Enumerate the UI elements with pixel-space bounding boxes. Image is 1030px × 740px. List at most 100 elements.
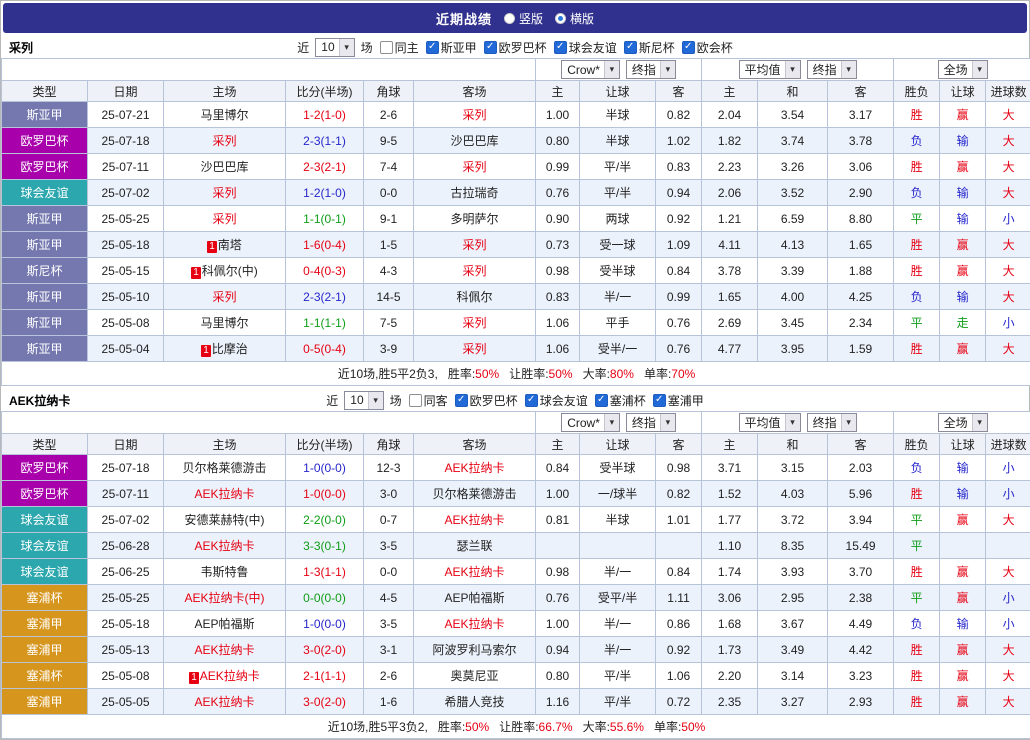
home-team-cell: 沙巴巴库 [164, 154, 286, 180]
result-handicap-cell: 输 [940, 284, 986, 310]
summary-stat-label: 单率: [644, 367, 671, 381]
same-venue-checkbox[interactable] [409, 394, 422, 407]
result-wdl-cell: 负 [894, 128, 940, 154]
avg-select[interactable]: 平均值▾ [739, 60, 801, 79]
away-team-cell: 采列 [414, 310, 536, 336]
league-filter[interactable]: ✓欧罗巴杯 [484, 39, 547, 56]
same-venue-filter[interactable]: 同主 [380, 39, 419, 56]
league-filter[interactable]: ✓欧罗巴杯 [455, 392, 518, 409]
summary-stat-label: 让胜率: [499, 720, 538, 734]
summary-stat-value: 50% [549, 367, 573, 381]
select-value: 全场 [944, 414, 972, 431]
date-cell: 25-05-18 [88, 232, 164, 258]
games-label: 场 [361, 39, 373, 56]
team-label: 采列 [463, 238, 487, 252]
odds-company-select[interactable]: Crow*▾ [561, 413, 620, 432]
home-team-cell: 贝尔格莱德游击 [164, 455, 286, 481]
avg-draw-cell: 3.95 [758, 336, 828, 362]
recent-count-select[interactable]: 10▾ [315, 38, 354, 57]
odds-away-cell: 0.92 [656, 206, 702, 232]
avg-home-cell: 2.06 [702, 180, 758, 206]
result-goals-cell: 大 [986, 128, 1030, 154]
league-filter[interactable]: ✓球会友谊 [554, 39, 617, 56]
avg-time-select[interactable]: 终指▾ [807, 413, 857, 432]
league-filter[interactable]: ✓塞浦甲 [653, 392, 704, 409]
same-venue-checkbox[interactable] [380, 41, 393, 54]
team-label: 比摩治 [212, 342, 248, 356]
chevron-down-icon: ▾ [841, 61, 856, 78]
league-checkbox[interactable]: ✓ [525, 394, 538, 407]
league-filter[interactable]: ✓斯尼杯 [624, 39, 675, 56]
avg-home-cell: 1.74 [702, 559, 758, 585]
odds-time-select[interactable]: 终指▾ [626, 413, 676, 432]
chevron-down-icon: ▾ [785, 414, 800, 431]
checkbox-label: 球会友谊 [540, 392, 588, 409]
league-checkbox[interactable]: ✓ [653, 394, 666, 407]
date-cell: 25-06-28 [88, 533, 164, 559]
scope-select[interactable]: 全场▾ [938, 60, 988, 79]
column-header: 主 [536, 81, 580, 102]
same-venue-filter[interactable]: 同客 [409, 392, 448, 409]
radio-vertical-layout[interactable]: 竖版 [504, 10, 543, 27]
select-value: 终指 [813, 414, 841, 431]
scope-select[interactable]: 全场▾ [938, 413, 988, 432]
column-header: 客场 [414, 81, 536, 102]
odds-away-cell: 0.82 [656, 102, 702, 128]
odds-company-select[interactable]: Crow*▾ [561, 60, 620, 79]
radio-icon [555, 13, 566, 24]
league-checkbox[interactable]: ✓ [484, 41, 497, 54]
league-filter[interactable]: ✓球会友谊 [525, 392, 588, 409]
column-header: 角球 [364, 81, 414, 102]
league-filter[interactable]: ✓塞浦杯 [595, 392, 646, 409]
avg-time-select[interactable]: 终指▾ [807, 60, 857, 79]
team-label: 奥莫尼亚 [451, 669, 499, 683]
summary-stat-value: 70% [671, 367, 695, 381]
column-header: 角球 [364, 434, 414, 455]
league-checkbox[interactable]: ✓ [682, 41, 695, 54]
league-filter[interactable]: ✓斯亚甲 [426, 39, 477, 56]
team-section: AEK拉纳卡近10▾场同客✓欧罗巴杯✓球会友谊✓塞浦杯✓塞浦甲Crow*▾终指▾… [1, 389, 1029, 739]
column-header: 和 [758, 81, 828, 102]
odds-time-select[interactable]: 终指▾ [626, 60, 676, 79]
odds-handicap-cell: 平手 [580, 310, 656, 336]
league-checkbox[interactable]: ✓ [455, 394, 468, 407]
team-label: 韦斯特鲁 [200, 565, 248, 579]
home-team-cell: 韦斯特鲁 [164, 559, 286, 585]
odds-handicap-cell: 受一球 [580, 232, 656, 258]
team-label: 阿波罗利马索尔 [433, 643, 517, 657]
radio-horizontal-layout[interactable]: 横版 [555, 10, 594, 27]
league-filter[interactable]: ✓欧会杯 [682, 39, 733, 56]
league-checkbox[interactable]: ✓ [624, 41, 637, 54]
odds-handicap-cell: 半球 [580, 128, 656, 154]
avg-draw-cell: 3.27 [758, 689, 828, 715]
column-header: 日期 [88, 81, 164, 102]
corner-cell: 3-0 [364, 481, 414, 507]
odds-handicap-cell: 半/一 [580, 559, 656, 585]
avg-select[interactable]: 平均值▾ [739, 413, 801, 432]
avg-home-cell: 1.10 [702, 533, 758, 559]
summary-stat: 单率:50% [654, 720, 705, 734]
date-cell: 25-07-02 [88, 180, 164, 206]
result-goals-cell: 大 [986, 559, 1030, 585]
league-checkbox[interactable]: ✓ [595, 394, 608, 407]
league-checkbox[interactable]: ✓ [426, 41, 439, 54]
away-team-cell: AEP帕福斯 [414, 585, 536, 611]
league-badge: 欧罗巴杯 [2, 455, 88, 481]
summary-stat: 胜率:50% [448, 367, 499, 381]
match-row: 球会友谊25-06-25韦斯特鲁1-3(1-1)0-0AEK拉纳卡0.98半/一… [2, 559, 1030, 585]
avg-away-cell: 1.59 [828, 336, 894, 362]
team-label: AEK拉纳卡 [194, 643, 254, 657]
odds-home-cell: 0.76 [536, 585, 580, 611]
result-wdl-cell: 负 [894, 284, 940, 310]
odds-select-cell: Crow*▾ 终指▾ [536, 59, 702, 81]
team-label: AEP帕福斯 [445, 591, 505, 605]
league-checkbox[interactable]: ✓ [554, 41, 567, 54]
column-header: 让球 [580, 434, 656, 455]
team-label: AEK拉纳卡 [445, 461, 505, 475]
column-header: 进球数 [986, 434, 1030, 455]
league-badge: 球会友谊 [2, 180, 88, 206]
score-cell: 3-0(2-0) [286, 637, 364, 663]
away-team-cell: 古拉瑞奇 [414, 180, 536, 206]
recent-count-select[interactable]: 10▾ [344, 391, 383, 410]
away-team-cell: 多明萨尔 [414, 206, 536, 232]
